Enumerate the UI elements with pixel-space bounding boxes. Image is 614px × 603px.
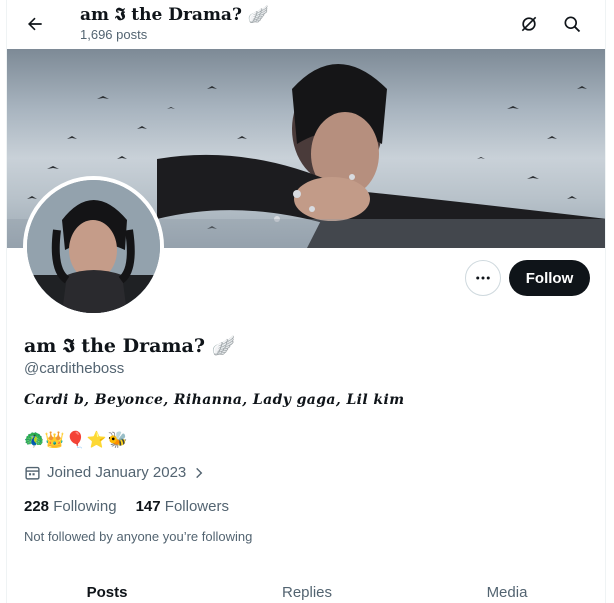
profile-tabs: Posts Replies Media bbox=[7, 568, 605, 603]
display-name: am 𝕴 the Drama? 🪽 bbox=[24, 335, 236, 357]
more-dots-icon bbox=[476, 276, 490, 280]
search-button[interactable] bbox=[558, 10, 586, 38]
calendar-icon bbox=[25, 466, 40, 480]
profile-page: am 𝕴 the Drama? 🪽 1,696 posts Follow am … bbox=[6, 0, 606, 603]
search-icon bbox=[564, 16, 581, 33]
followers-link[interactable]: 147 Followers bbox=[136, 498, 229, 515]
header-title-block: am 𝕴 the Drama? 🪽 1,696 posts bbox=[80, 4, 269, 44]
chevron-right-icon bbox=[196, 467, 203, 478]
grok-button[interactable] bbox=[515, 10, 543, 38]
tab-replies[interactable]: Replies bbox=[207, 568, 407, 603]
back-button[interactable] bbox=[21, 10, 49, 38]
following-label: Following bbox=[53, 498, 117, 515]
header-title: am 𝕴 the Drama? 🪽 bbox=[80, 5, 269, 25]
joined-date[interactable]: Joined January 2023 bbox=[24, 464, 206, 481]
grok-icon bbox=[521, 16, 537, 32]
arrow-left-icon bbox=[28, 17, 42, 31]
bio-emojis: 🦚👑🎈⭐🐝 bbox=[24, 432, 129, 449]
follow-button[interactable]: Follow bbox=[509, 260, 590, 296]
following-link[interactable]: 228 Following bbox=[24, 498, 117, 515]
tab-media[interactable]: Media bbox=[407, 568, 605, 603]
avatar-image bbox=[27, 180, 160, 313]
following-count: 228 bbox=[24, 498, 50, 515]
not-followed-notice: Not followed by anyone you’re following bbox=[24, 529, 253, 544]
tab-posts[interactable]: Posts bbox=[7, 568, 207, 603]
joined-text: Joined January 2023 bbox=[47, 464, 187, 481]
profile-avatar[interactable] bbox=[23, 176, 164, 317]
profile-bio: Cardi b, Beyonce, Rihanna, Lady gaga, Li… bbox=[24, 392, 405, 408]
user-handle: @carditheboss bbox=[24, 360, 125, 377]
post-count: 1,696 posts bbox=[80, 27, 148, 42]
followers-count: 147 bbox=[135, 498, 161, 515]
follow-stats: 228 Following 147 Followers bbox=[24, 498, 229, 515]
more-options-button[interactable] bbox=[465, 260, 501, 296]
top-bar: am 𝕴 the Drama? 🪽 1,696 posts bbox=[7, 0, 605, 49]
followers-label: Followers bbox=[164, 498, 229, 515]
